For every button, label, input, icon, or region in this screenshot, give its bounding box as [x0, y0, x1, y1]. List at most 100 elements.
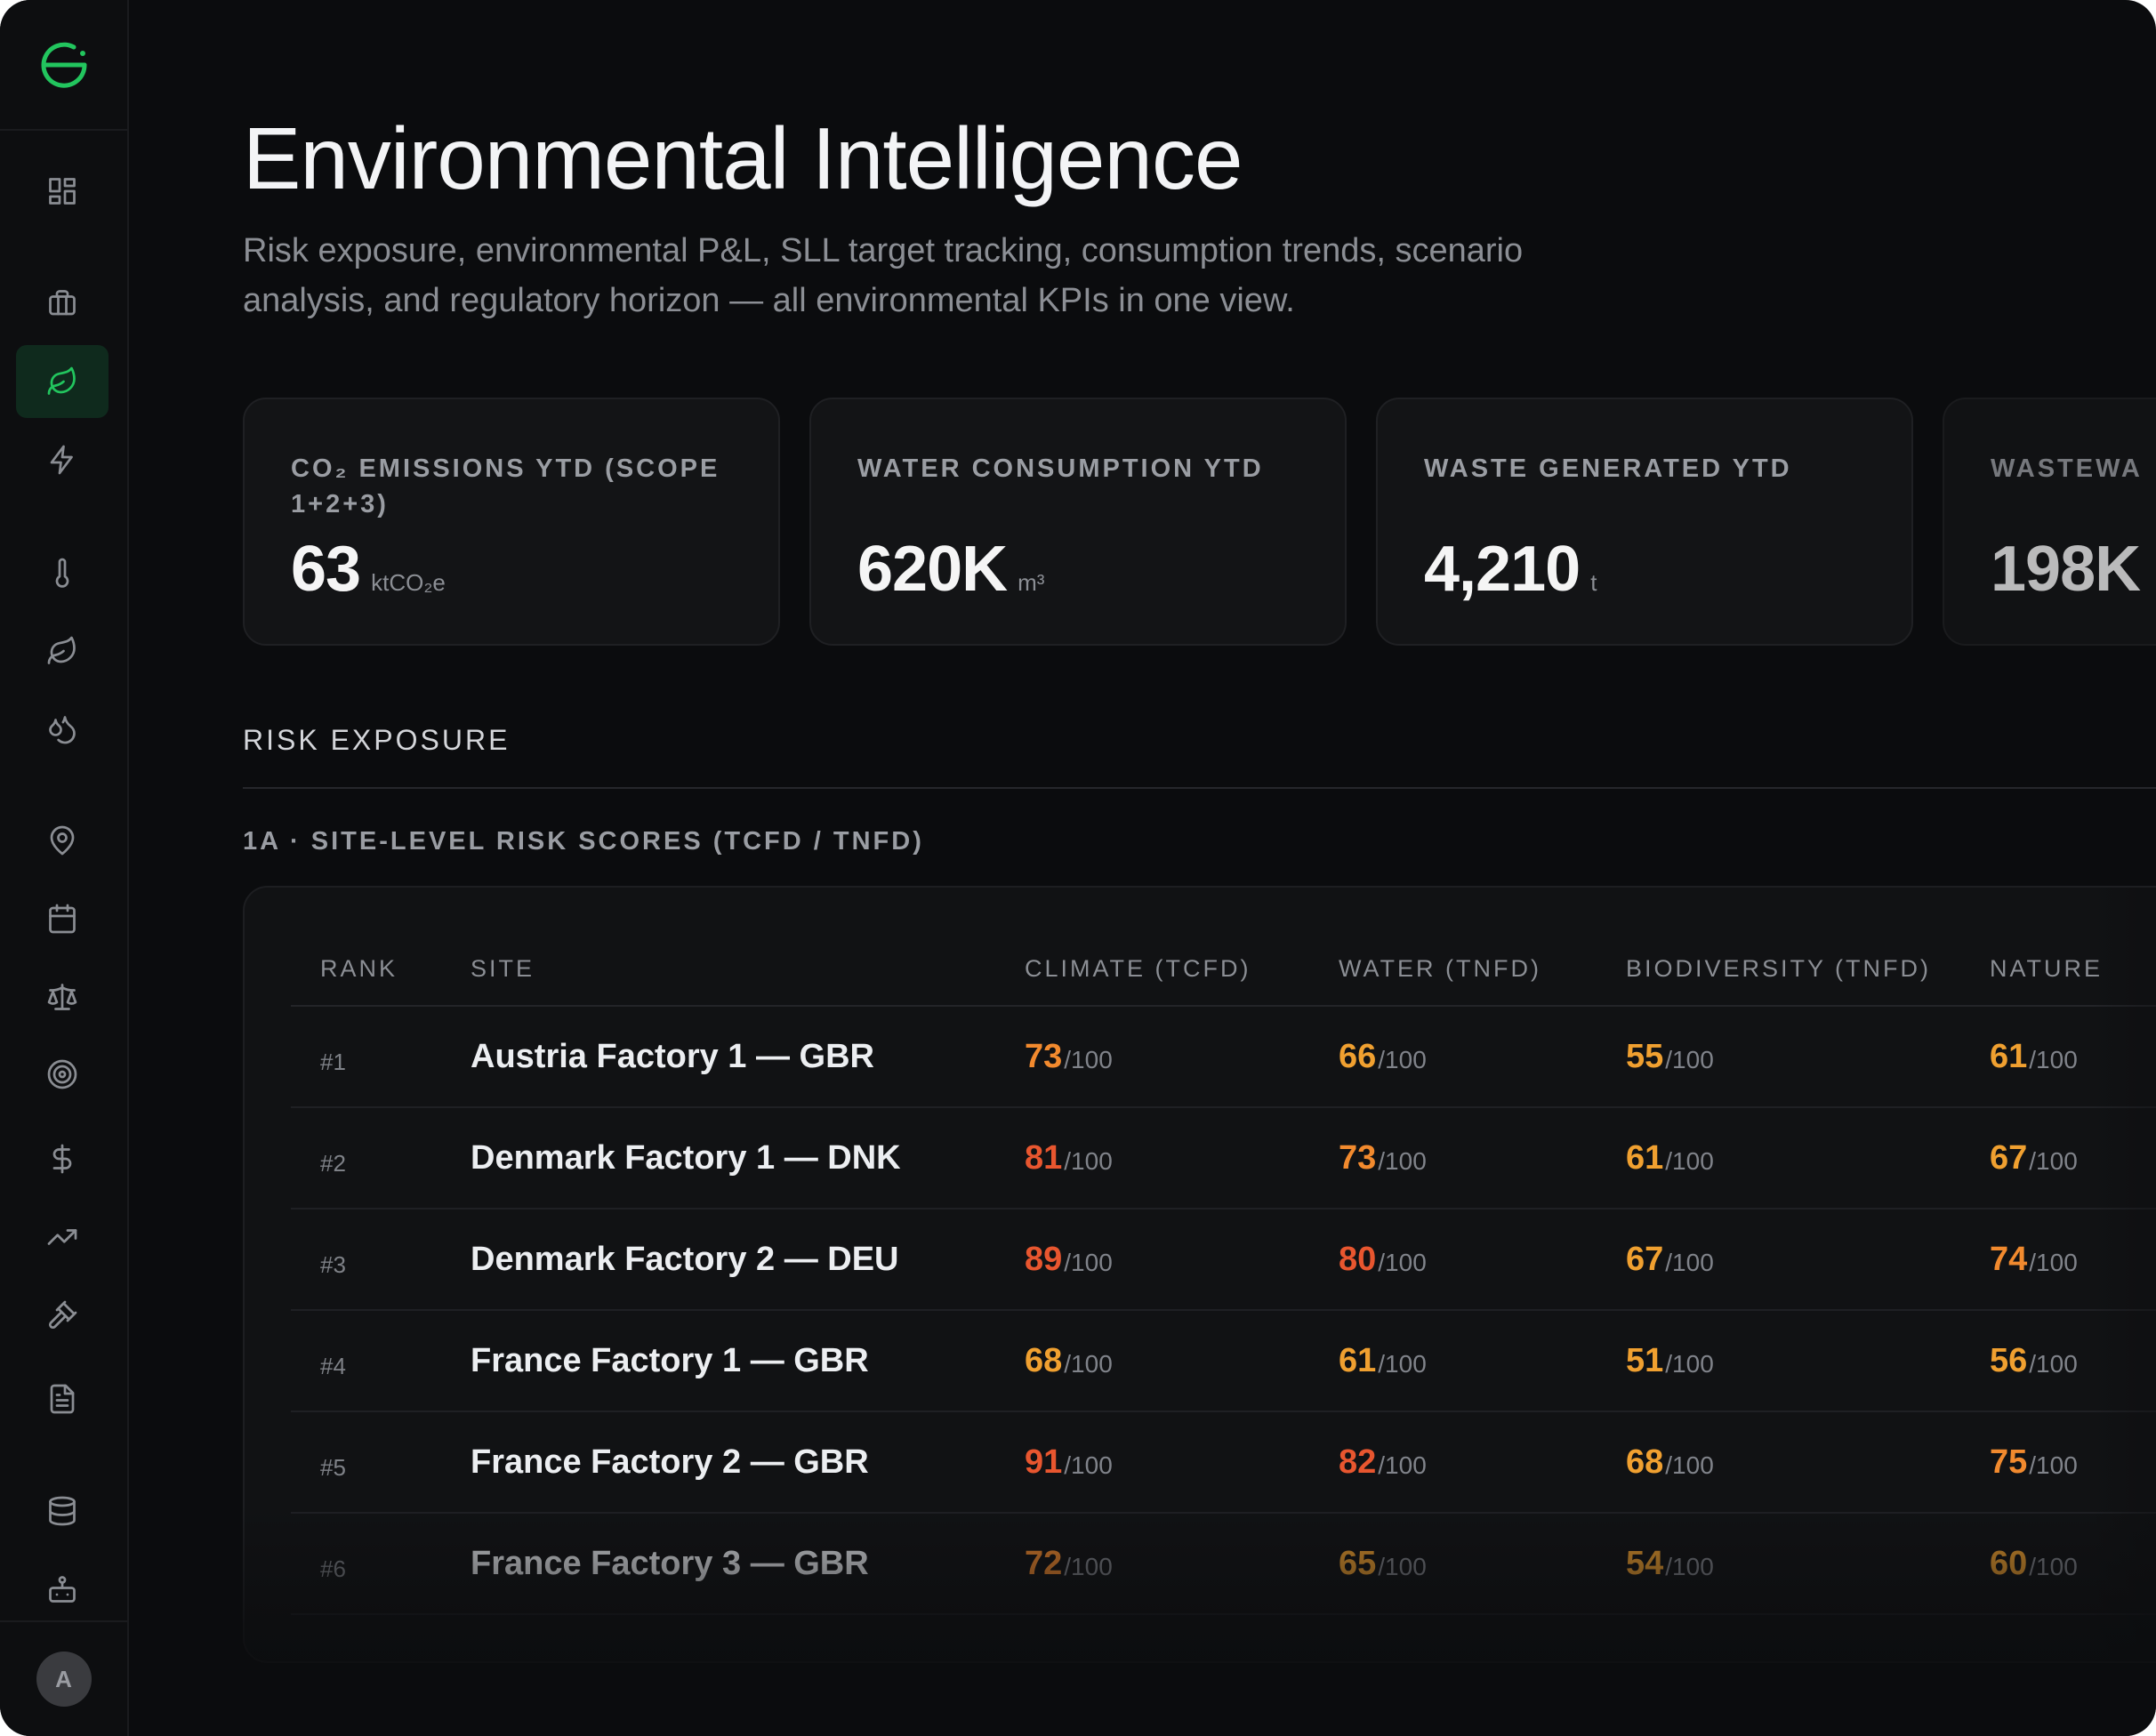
score-max: /100	[1665, 1046, 1714, 1073]
trending-up-icon	[47, 1229, 77, 1245]
sidebar: A	[0, 0, 129, 1736]
biodiversity-score-value: 61	[1626, 1138, 1664, 1177]
site-name-cell: Denmark Factory 1 — DNK	[471, 1138, 901, 1177]
kpi-card-co2[interactable]: CO₂ EMISSIONS YTD (SCOPE 1+2+3) 63 ktCO₂…	[243, 398, 780, 646]
water-score-cell: 80/100	[1339, 1210, 1427, 1309]
water-score-cell: 65/100	[1339, 1514, 1427, 1613]
kpi-label: WASTEWA	[1991, 454, 2143, 483]
kpi-card-water[interactable]: WATER CONSUMPTION YTD 620K m³	[809, 398, 1347, 646]
nav-targets[interactable]	[16, 1038, 109, 1111]
nature-score-value: 74	[1990, 1240, 2028, 1278]
page-title: Environmental Intelligence	[243, 109, 1243, 207]
water-score-value: 73	[1339, 1138, 1377, 1177]
climate-score-value: 91	[1025, 1443, 1063, 1481]
table-row[interactable]: #2 Denmark Factory 1 — DNK 81/100 73/100 61/…	[291, 1108, 2156, 1210]
kpi-unit: ktCO₂e	[371, 569, 446, 596]
nature-score-cell: 61/100	[1990, 1007, 2078, 1106]
table-row[interactable]: #4 France Factory 1 — GBR 68/100 61/100 51/1…	[291, 1311, 2156, 1412]
section-divider	[243, 787, 2156, 789]
water-score-value: 80	[1339, 1240, 1377, 1278]
nature-score-cell: 75/100	[1990, 1412, 2078, 1512]
score-max: /100	[2029, 1249, 2078, 1276]
app-window: A Environmental Intelligence Risk exposu…	[0, 0, 2156, 1736]
water-score-value: 66	[1339, 1037, 1377, 1075]
score-max: /100	[1064, 1046, 1113, 1073]
biodiversity-score-cell: 54/100	[1626, 1514, 1714, 1613]
nature-score-value: 60	[1990, 1544, 2028, 1582]
nature-score-value: 75	[1990, 1443, 2028, 1481]
sidebar-footer: A	[0, 1620, 127, 1736]
rank-cell: #4	[320, 1352, 346, 1379]
column-header-rank[interactable]: RANK	[320, 955, 398, 983]
section-title-risk-exposure: RISK EXPOSURE	[243, 724, 511, 756]
water-score-value: 65	[1339, 1544, 1377, 1582]
kpi-value: 198K	[1991, 534, 2141, 605]
rank-cell: #1	[320, 1048, 346, 1075]
site-name-cell: Austria Factory 1 — GBR	[471, 1037, 874, 1075]
kpi-value: 620K	[857, 534, 1008, 605]
scale-icon	[47, 984, 77, 1010]
kpi-card-waste[interactable]: WASTE GENERATED YTD 4,210 t	[1376, 398, 1913, 646]
target-icon	[47, 1059, 77, 1089]
water-score-value: 61	[1339, 1341, 1377, 1379]
biodiversity-score-cell: 51/100	[1626, 1311, 1714, 1410]
score-max: /100	[2029, 1046, 2078, 1073]
nature-score-cell: 74/100	[1990, 1210, 2078, 1309]
dashboard-grid-icon	[49, 178, 76, 205]
score-max: /100	[1064, 1553, 1113, 1580]
biodiversity-score-cell: 67/100	[1626, 1210, 1714, 1309]
kpi-label: WASTE GENERATED YTD	[1424, 454, 1792, 483]
column-header-climate[interactable]: CLIMATE (TCFD)	[1025, 955, 1251, 983]
nav-nature[interactable]	[16, 615, 109, 687]
nav-calendar[interactable]	[16, 882, 109, 955]
climate-score-cell: 73/100	[1025, 1007, 1113, 1106]
score-max: /100	[1665, 1249, 1714, 1276]
nature-score-value: 67	[1990, 1138, 2028, 1177]
climate-score-cell: 91/100	[1025, 1412, 1113, 1512]
nav-energy[interactable]	[16, 423, 109, 496]
column-header-nature[interactable]: NATURE	[1990, 955, 2103, 983]
climate-score-value: 72	[1025, 1544, 1063, 1582]
avatar[interactable]: A	[36, 1652, 92, 1707]
nature-score-cell: 67/100	[1990, 1108, 2078, 1208]
climate-score-value: 68	[1025, 1341, 1063, 1379]
nav-assistant[interactable]	[16, 1553, 109, 1626]
nature-score-value: 56	[1990, 1341, 2028, 1379]
nav-legal[interactable]	[16, 1279, 109, 1352]
nav-locations[interactable]	[16, 804, 109, 877]
column-header-biodiversity[interactable]: BIODIVERSITY (TNFD)	[1626, 955, 1931, 983]
climate-score-cell: 72/100	[1025, 1514, 1113, 1613]
rank-cell: #2	[320, 1149, 346, 1177]
score-max: /100	[1064, 1147, 1113, 1175]
table-row[interactable]: #6 France Factory 3 — GBR 72/100 65/100 54/1…	[291, 1514, 2156, 1615]
table-row[interactable]: #5 France Factory 2 — GBR 91/100 82/100 68/1…	[291, 1412, 2156, 1514]
biodiversity-score-value: 55	[1626, 1037, 1664, 1075]
nav-dashboard[interactable]	[16, 155, 109, 228]
nav-reports[interactable]	[16, 1362, 109, 1435]
table-row[interactable]: #3 Denmark Factory 2 — DEU 89/100 80/100 67/…	[291, 1210, 2156, 1311]
score-max: /100	[1665, 1350, 1714, 1378]
column-header-site[interactable]: SITE	[471, 955, 535, 983]
score-max: /100	[1378, 1350, 1427, 1378]
site-name-cell: Denmark Factory 2 — DEU	[471, 1240, 899, 1278]
table-row[interactable]: #1 Austria Factory 1 — GBR 73/100 66/100 55/…	[291, 1007, 2156, 1108]
score-max: /100	[1378, 1249, 1427, 1276]
page-subtitle: Risk exposure, environmental P&L, SLL ta…	[243, 232, 1524, 319]
kpi-unit: m³	[1018, 569, 1045, 596]
nav-water[interactable]	[16, 693, 109, 766]
nav-finance[interactable]	[16, 1122, 109, 1195]
app-logo[interactable]	[0, 0, 127, 131]
kpi-value: 4,210	[1424, 534, 1581, 605]
column-header-water[interactable]: WATER (TNFD)	[1339, 955, 1541, 983]
nav-environment[interactable]	[16, 345, 109, 418]
rank-cell: #6	[320, 1555, 346, 1582]
nav-regulatory[interactable]	[16, 960, 109, 1033]
kpi-card-wastewater[interactable]: WASTEWA 198K	[1943, 398, 2156, 646]
nav-portfolio[interactable]	[16, 267, 109, 340]
score-max: /100	[1064, 1451, 1113, 1479]
score-max: /100	[1378, 1147, 1427, 1175]
nav-trends[interactable]	[16, 1201, 109, 1274]
climate-score-cell: 89/100	[1025, 1210, 1113, 1309]
nav-data[interactable]	[16, 1475, 109, 1547]
nav-climate[interactable]	[16, 536, 109, 609]
